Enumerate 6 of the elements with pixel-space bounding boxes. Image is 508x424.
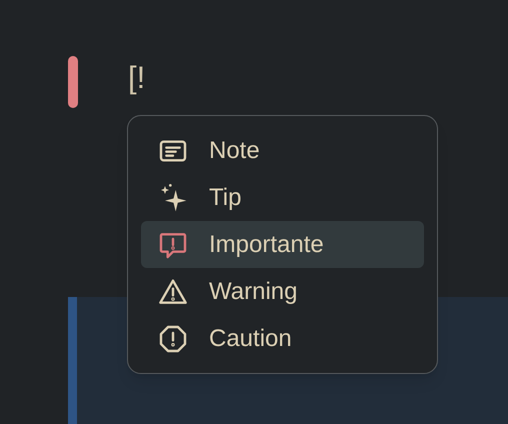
menu-item[interactable]: Caution	[141, 315, 424, 362]
menu-item[interactable]: Tip	[141, 174, 424, 221]
menu-item[interactable]: Warning	[141, 268, 424, 315]
menu-item[interactable]: Importante	[141, 221, 424, 268]
menu-item[interactable]: Note	[141, 127, 424, 174]
editor-text: [!	[128, 59, 146, 97]
